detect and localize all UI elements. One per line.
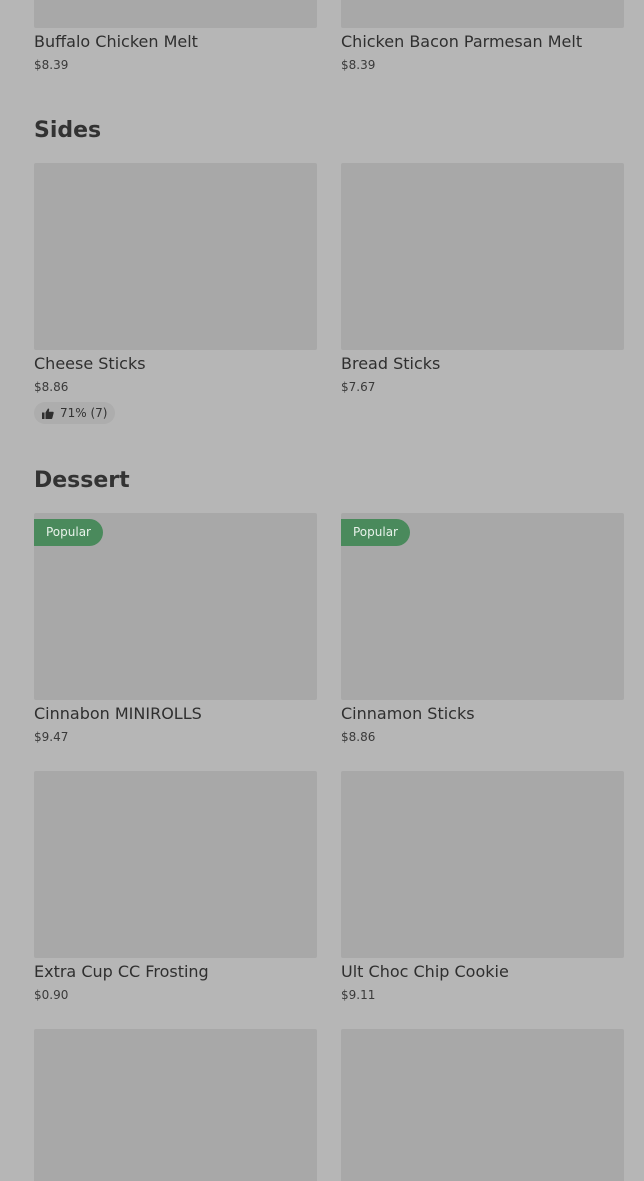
menu-item-name: Bread Sticks (341, 354, 441, 373)
menu-item-card[interactable]: Bread Sticks $7.67 (341, 163, 624, 394)
thumbs-up-icon (42, 407, 54, 419)
menu-item-card[interactable]: Chicken Bacon Parmesan Melt $8.39 (341, 0, 624, 72)
menu-item-name: Cheese Sticks (34, 354, 146, 373)
menu-page: Buffalo Chicken Melt $8.39 Chicken Bacon… (0, 0, 644, 1181)
menu-item-image (34, 771, 317, 958)
menu-item-price: $7.67 (341, 380, 376, 394)
menu-item-card[interactable]: Popular Cinnamon Sticks $8.86 (341, 513, 624, 744)
menu-item-price: $8.86 (341, 730, 376, 744)
menu-item-image (341, 163, 624, 350)
menu-item-price: $9.11 (341, 988, 376, 1002)
section-title-sides: Sides (34, 118, 102, 143)
menu-item-image (34, 0, 317, 28)
menu-item-image (341, 1029, 624, 1181)
menu-item-image (341, 0, 624, 28)
menu-item-image: Popular (34, 513, 317, 700)
menu-item-card[interactable]: Extra Cup CC Frosting $0.90 (34, 771, 317, 1002)
popular-badge: Popular (341, 519, 410, 546)
menu-item-price: $9.47 (34, 730, 69, 744)
menu-item-card[interactable]: Ult Choc Chip Cookie $9.11 (341, 771, 624, 1002)
menu-item-name: Cinnabon MINIROLLS (34, 704, 202, 723)
rating-text: 71% (7) (60, 406, 108, 420)
menu-item-price: $0.90 (34, 988, 69, 1002)
section-title-dessert: Dessert (34, 468, 130, 493)
menu-item-price: $8.39 (34, 58, 69, 72)
menu-item-image (34, 1029, 317, 1181)
menu-item-card[interactable]: Buffalo Chicken Melt $8.39 (34, 0, 317, 72)
menu-item-card[interactable]: Popular Cinnabon MINIROLLS $9.47 (34, 513, 317, 744)
menu-item-name: Chicken Bacon Parmesan Melt (341, 32, 583, 51)
menu-item-image (341, 771, 624, 958)
menu-item-image (34, 163, 317, 350)
menu-item-price: $8.39 (341, 58, 376, 72)
menu-item-price: $8.86 (34, 380, 69, 394)
menu-item-name: Buffalo Chicken Melt (34, 32, 198, 51)
menu-item-card[interactable] (34, 1029, 317, 1181)
menu-item-image: Popular (341, 513, 624, 700)
menu-item-card[interactable] (341, 1029, 624, 1181)
menu-item-card[interactable]: Cheese Sticks $8.86 71% (7) (34, 163, 317, 424)
rating-badge: 71% (7) (34, 402, 116, 424)
menu-item-name: Extra Cup CC Frosting (34, 962, 209, 981)
popular-badge: Popular (34, 519, 103, 546)
menu-item-name: Cinnamon Sticks (341, 704, 475, 723)
menu-item-name: Ult Choc Chip Cookie (341, 962, 509, 981)
